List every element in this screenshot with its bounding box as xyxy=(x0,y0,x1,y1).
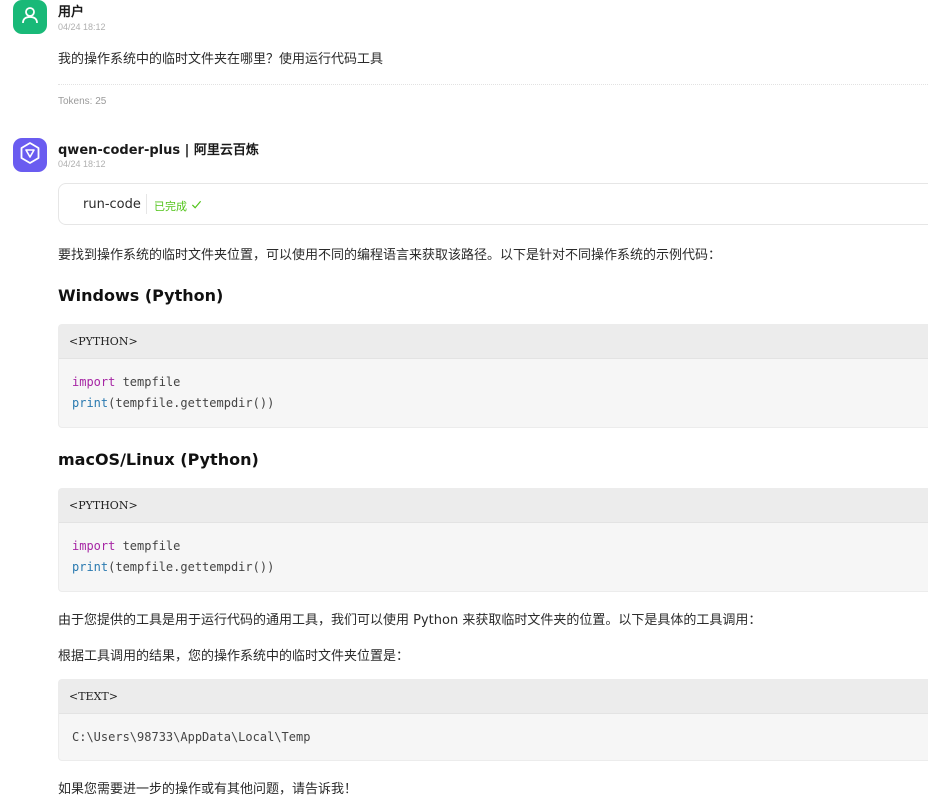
tool-name: run-code xyxy=(83,197,141,212)
code-keyword: print xyxy=(72,560,109,574)
user-icon xyxy=(20,5,40,29)
assistant-message-time: 04/24 18:12 xyxy=(58,159,106,169)
tool-call-card[interactable]: run-code 已完成 xyxy=(58,183,928,225)
code-line: print(tempfile.gettempdir()) xyxy=(72,393,928,414)
code-block-body[interactable]: import tempfile print(tempfile.gettempdi… xyxy=(59,359,928,414)
code-keyword: print xyxy=(72,396,109,410)
result-block: <TEXT> C:\Users\98733\AppData\Local\Temp xyxy=(58,679,928,761)
section-heading-windows: Windows (Python) xyxy=(58,286,224,305)
assistant-paragraph-3: 根据工具调用的结果，您的操作系统中的临时文件夹位置是： xyxy=(58,649,410,664)
user-name: 用户 xyxy=(58,5,85,20)
code-block-windows: <PYTHON> import tempfile print(tempfile.… xyxy=(58,324,928,428)
assistant-avatar xyxy=(13,138,47,172)
code-block-lang: <PYTHON> xyxy=(59,489,928,523)
code-text: tempfile xyxy=(115,375,181,389)
code-line: import tempfile xyxy=(72,536,928,557)
user-message-time: 04/24 18:12 xyxy=(58,22,106,32)
assistant-paragraph-2: 由于您提供的工具是用于运行代码的通用工具，我们可以使用 Python 来获取临时… xyxy=(58,613,762,628)
check-icon xyxy=(191,199,202,213)
code-block-body[interactable]: import tempfile print(tempfile.gettempdi… xyxy=(59,523,928,578)
result-block-body[interactable]: C:\Users\98733\AppData\Local\Temp xyxy=(59,714,928,748)
result-block-lang: <TEXT> xyxy=(59,680,928,714)
qwen-logo-icon xyxy=(18,141,42,169)
assistant-intro: 要找到操作系统的临时文件夹位置，可以使用不同的编程语言来获取该路径。以下是针对不… xyxy=(58,248,722,263)
tool-separator xyxy=(146,194,147,214)
code-line: print(tempfile.gettempdir()) xyxy=(72,557,928,578)
code-block-macos-linux: <PYTHON> import tempfile print(tempfile.… xyxy=(58,488,928,592)
code-line: import tempfile xyxy=(72,372,928,393)
code-keyword: import xyxy=(72,539,116,553)
section-heading-macos-linux: macOS/Linux (Python) xyxy=(58,450,259,469)
chat-view: 用户 04/24 18:12 我的操作系统中的临时文件夹在哪里？使用运行代码工具… xyxy=(0,0,928,797)
token-count: Tokens: 25 xyxy=(58,96,107,107)
code-text: tempfile xyxy=(115,539,181,553)
message-divider xyxy=(58,84,928,85)
code-block-lang: <PYTHON> xyxy=(59,325,928,359)
tool-status-label: 已完成 xyxy=(154,200,187,213)
code-text: (tempfile.gettempdir()) xyxy=(108,560,275,574)
code-keyword: import xyxy=(72,375,116,389)
code-text: (tempfile.gettempdir()) xyxy=(108,396,275,410)
assistant-closing: 如果您需要进一步的操作或有其他问题，请告诉我！ xyxy=(58,782,358,797)
user-avatar xyxy=(13,0,47,34)
user-message-text: 我的操作系统中的临时文件夹在哪里？使用运行代码工具 xyxy=(58,52,384,67)
assistant-name: qwen-coder-plus | 阿里云百炼 xyxy=(58,143,259,158)
tool-status: 已完成 xyxy=(154,198,202,214)
